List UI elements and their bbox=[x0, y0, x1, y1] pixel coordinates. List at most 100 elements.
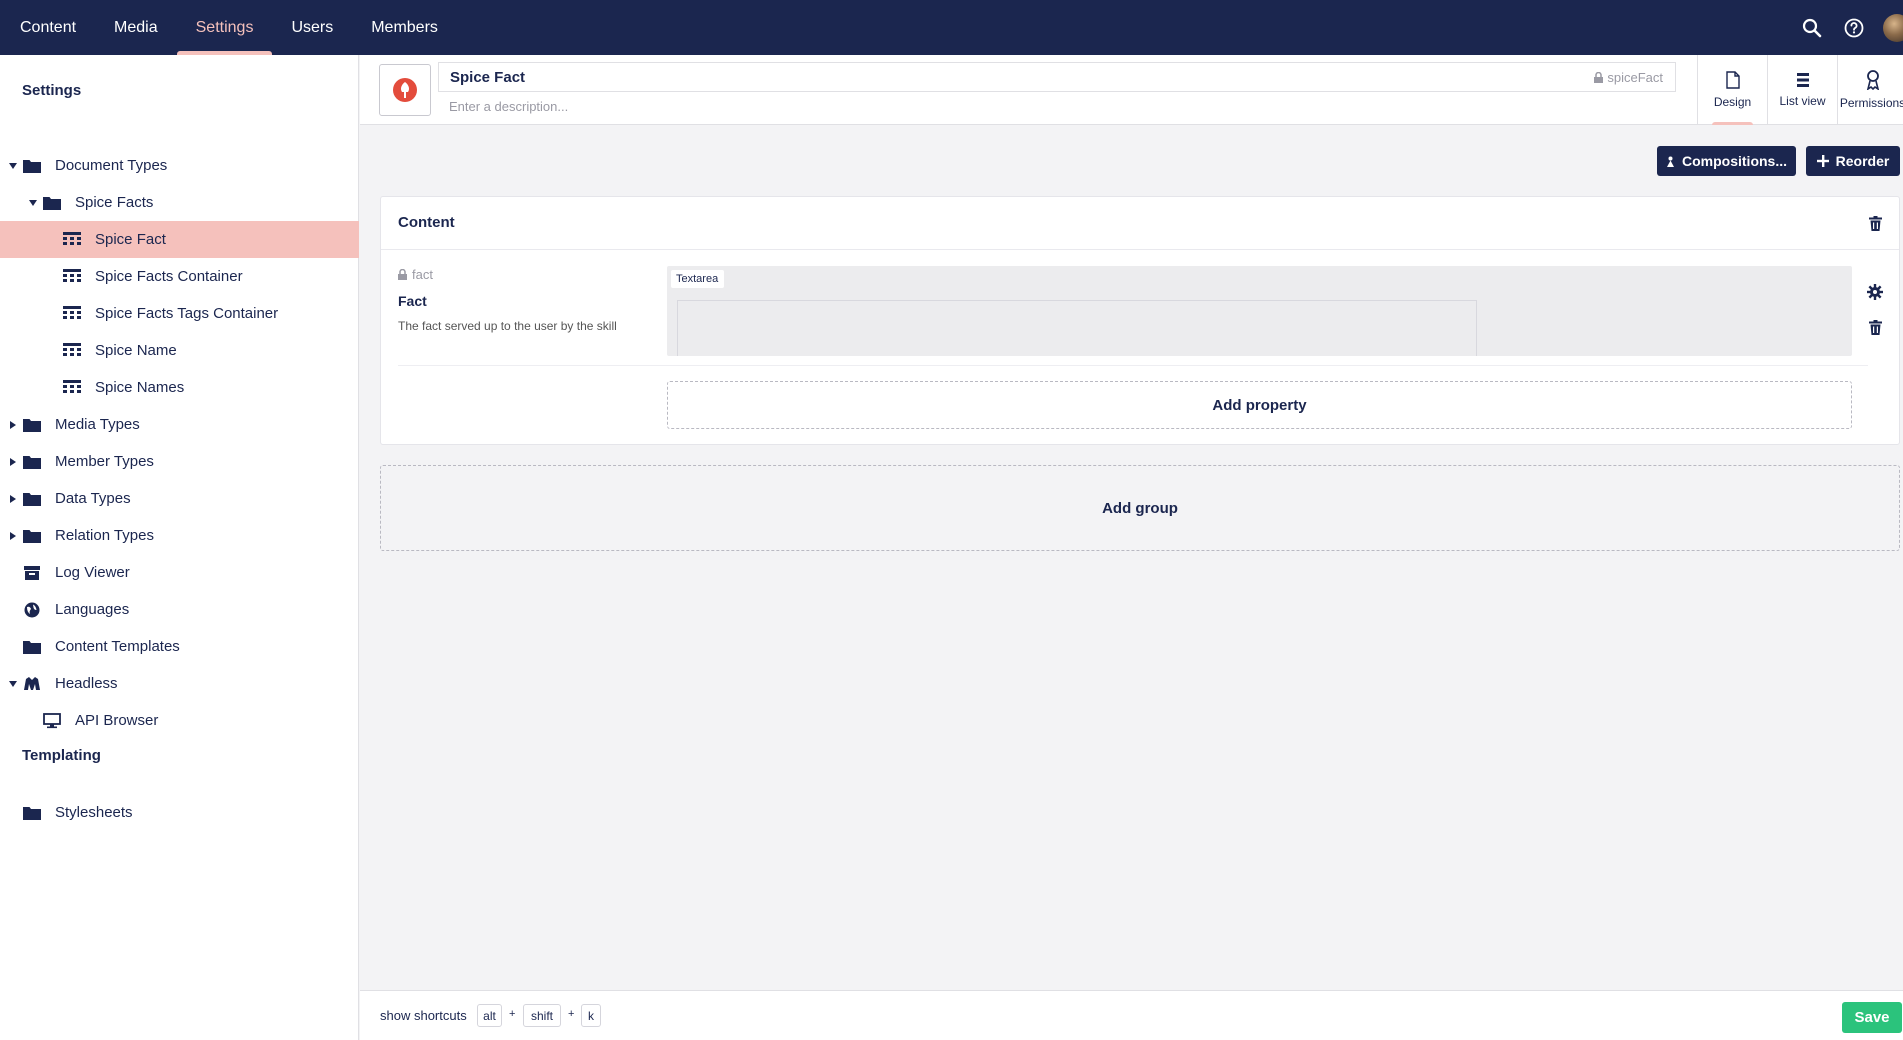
tree-label: API Browser bbox=[75, 712, 159, 729]
compositions-label: Compositions... bbox=[1682, 153, 1787, 169]
app-label: Design bbox=[1713, 95, 1752, 109]
alias-field[interactable]: spiceFact bbox=[1594, 70, 1663, 85]
tree-label: Spice Name bbox=[95, 342, 177, 359]
compositions-button[interactable]: Compositions... bbox=[1657, 146, 1796, 176]
tree-label: Log Viewer bbox=[55, 564, 130, 581]
alias-value: spiceFact bbox=[1607, 70, 1663, 85]
property-editor-preview[interactable]: Textarea bbox=[667, 266, 1852, 356]
doc-type-icon bbox=[62, 341, 82, 361]
headless-icon bbox=[22, 674, 42, 694]
save-button[interactable]: Save bbox=[1842, 1002, 1902, 1033]
compositions-icon bbox=[1667, 156, 1674, 167]
tree-item-spice-facts[interactable]: Spice Facts bbox=[0, 184, 359, 221]
help-icon[interactable] bbox=[1841, 15, 1867, 41]
tree-item-spice-facts-tags-container[interactable]: Spice Facts Tags Container bbox=[0, 295, 359, 332]
folder-icon bbox=[22, 526, 42, 546]
sidebar-section-title: Settings bbox=[22, 82, 82, 99]
folder-icon bbox=[22, 452, 42, 472]
tree-item-stylesheets[interactable]: Stylesheets bbox=[0, 794, 359, 831]
property-alias-value: fact bbox=[412, 267, 433, 282]
doctype-icon-picker[interactable] bbox=[379, 64, 431, 116]
caret-down-icon[interactable] bbox=[8, 161, 18, 171]
globe-icon bbox=[22, 600, 42, 620]
tree-item-media-types[interactable]: Media Types bbox=[0, 406, 359, 443]
divider bbox=[398, 365, 1868, 366]
doctype-name-value: Spice Fact bbox=[450, 68, 526, 86]
doctype-name-input[interactable]: Spice Fact spiceFact bbox=[438, 62, 1676, 92]
footer-bar: show shortcuts alt + shift + k Save bbox=[360, 990, 1903, 1040]
tree-label: Spice Fact bbox=[95, 231, 166, 248]
tree-item-spice-names[interactable]: Spice Names bbox=[0, 369, 359, 406]
permissions-icon bbox=[1866, 70, 1879, 90]
plus-separator: + bbox=[509, 1008, 516, 1020]
reorder-button[interactable]: Reorder bbox=[1806, 146, 1900, 176]
group-title[interactable]: Content bbox=[398, 214, 455, 231]
reorder-label: Reorder bbox=[1835, 153, 1890, 169]
app-label: Permissions bbox=[1839, 96, 1903, 110]
editor-header: Spice Fact spiceFact Enter a description… bbox=[360, 55, 1903, 125]
textarea-preview bbox=[677, 300, 1477, 356]
caret-right-icon[interactable] bbox=[8, 531, 18, 541]
doc-type-icon bbox=[62, 230, 82, 250]
plus-icon bbox=[1816, 155, 1829, 167]
plus-separator: + bbox=[568, 1008, 575, 1020]
tree-item-headless[interactable]: Headless bbox=[0, 665, 359, 702]
tree-label: Spice Facts bbox=[75, 194, 154, 211]
tree-item-document-types[interactable]: Document Types bbox=[0, 147, 359, 184]
tree-label: Stylesheets bbox=[55, 804, 133, 821]
tree-item-data-types[interactable]: Data Types bbox=[0, 480, 359, 517]
property-description: The fact served up to the user by the sk… bbox=[398, 319, 617, 333]
nav-content[interactable]: Content bbox=[0, 0, 95, 55]
tree-item-spice-facts-container[interactable]: Spice Facts Container bbox=[0, 258, 359, 295]
trash-icon[interactable] bbox=[1865, 317, 1885, 337]
caret-down-icon[interactable] bbox=[8, 679, 18, 689]
monitor-icon bbox=[42, 711, 62, 731]
sidebar: Settings Document Types Spice Facts Spic… bbox=[0, 55, 359, 1040]
doc-type-icon bbox=[62, 267, 82, 287]
app-list-view[interactable]: List view bbox=[1767, 55, 1837, 125]
trash-icon[interactable] bbox=[1865, 213, 1885, 233]
show-shortcuts-link[interactable]: show shortcuts bbox=[380, 1008, 467, 1023]
tree-label: Document Types bbox=[55, 157, 168, 174]
caret-down-icon[interactable] bbox=[28, 198, 38, 208]
nav-users[interactable]: Users bbox=[272, 0, 352, 55]
search-icon[interactable] bbox=[1799, 15, 1825, 41]
caret-right-icon[interactable] bbox=[8, 420, 18, 430]
property-alias[interactable]: fact bbox=[398, 267, 433, 282]
nav-members[interactable]: Members bbox=[352, 0, 457, 55]
caret-right-icon[interactable] bbox=[8, 457, 18, 467]
nav-settings[interactable]: Settings bbox=[176, 0, 273, 55]
tree-item-relation-types[interactable]: Relation Types bbox=[0, 517, 359, 554]
tree-label: Content Templates bbox=[55, 638, 180, 655]
tree-item-api-browser[interactable]: API Browser bbox=[0, 702, 359, 739]
app-label: List view bbox=[1779, 94, 1826, 108]
folder-icon bbox=[42, 193, 62, 213]
sidebar-section-title: Templating bbox=[22, 747, 101, 764]
add-property-button[interactable]: Add property bbox=[667, 381, 1852, 429]
document-icon bbox=[1725, 71, 1740, 89]
add-group-button[interactable]: Add group bbox=[380, 465, 1900, 551]
app-permissions[interactable]: Permissions bbox=[1837, 55, 1903, 125]
app-design[interactable]: Design bbox=[1697, 55, 1767, 125]
folder-icon bbox=[22, 415, 42, 435]
description-input[interactable]: Enter a description... bbox=[449, 99, 568, 114]
caret-right-icon[interactable] bbox=[8, 494, 18, 504]
list-icon bbox=[1796, 73, 1809, 87]
tree-item-content-templates[interactable]: Content Templates bbox=[0, 628, 359, 665]
doc-type-icon bbox=[62, 378, 82, 398]
tree-label: Spice Facts Container bbox=[95, 268, 243, 285]
avatar[interactable] bbox=[1883, 13, 1903, 42]
folder-icon bbox=[22, 803, 42, 823]
property-label: Fact bbox=[398, 293, 427, 309]
nav-media[interactable]: Media bbox=[95, 0, 177, 55]
tree-item-log-viewer[interactable]: Log Viewer bbox=[0, 554, 359, 591]
tree-label: Data Types bbox=[55, 490, 131, 507]
tree-item-languages[interactable]: Languages bbox=[0, 591, 359, 628]
tree-item-member-types[interactable]: Member Types bbox=[0, 443, 359, 480]
gear-icon[interactable] bbox=[1865, 282, 1885, 302]
tree-label: Languages bbox=[55, 601, 130, 618]
tree-item-spice-name[interactable]: Spice Name bbox=[0, 332, 359, 369]
tree-item-spice-fact[interactable]: Spice Fact bbox=[0, 221, 359, 258]
tree-label: Member Types bbox=[55, 453, 154, 470]
tree-label: Headless bbox=[55, 675, 118, 692]
